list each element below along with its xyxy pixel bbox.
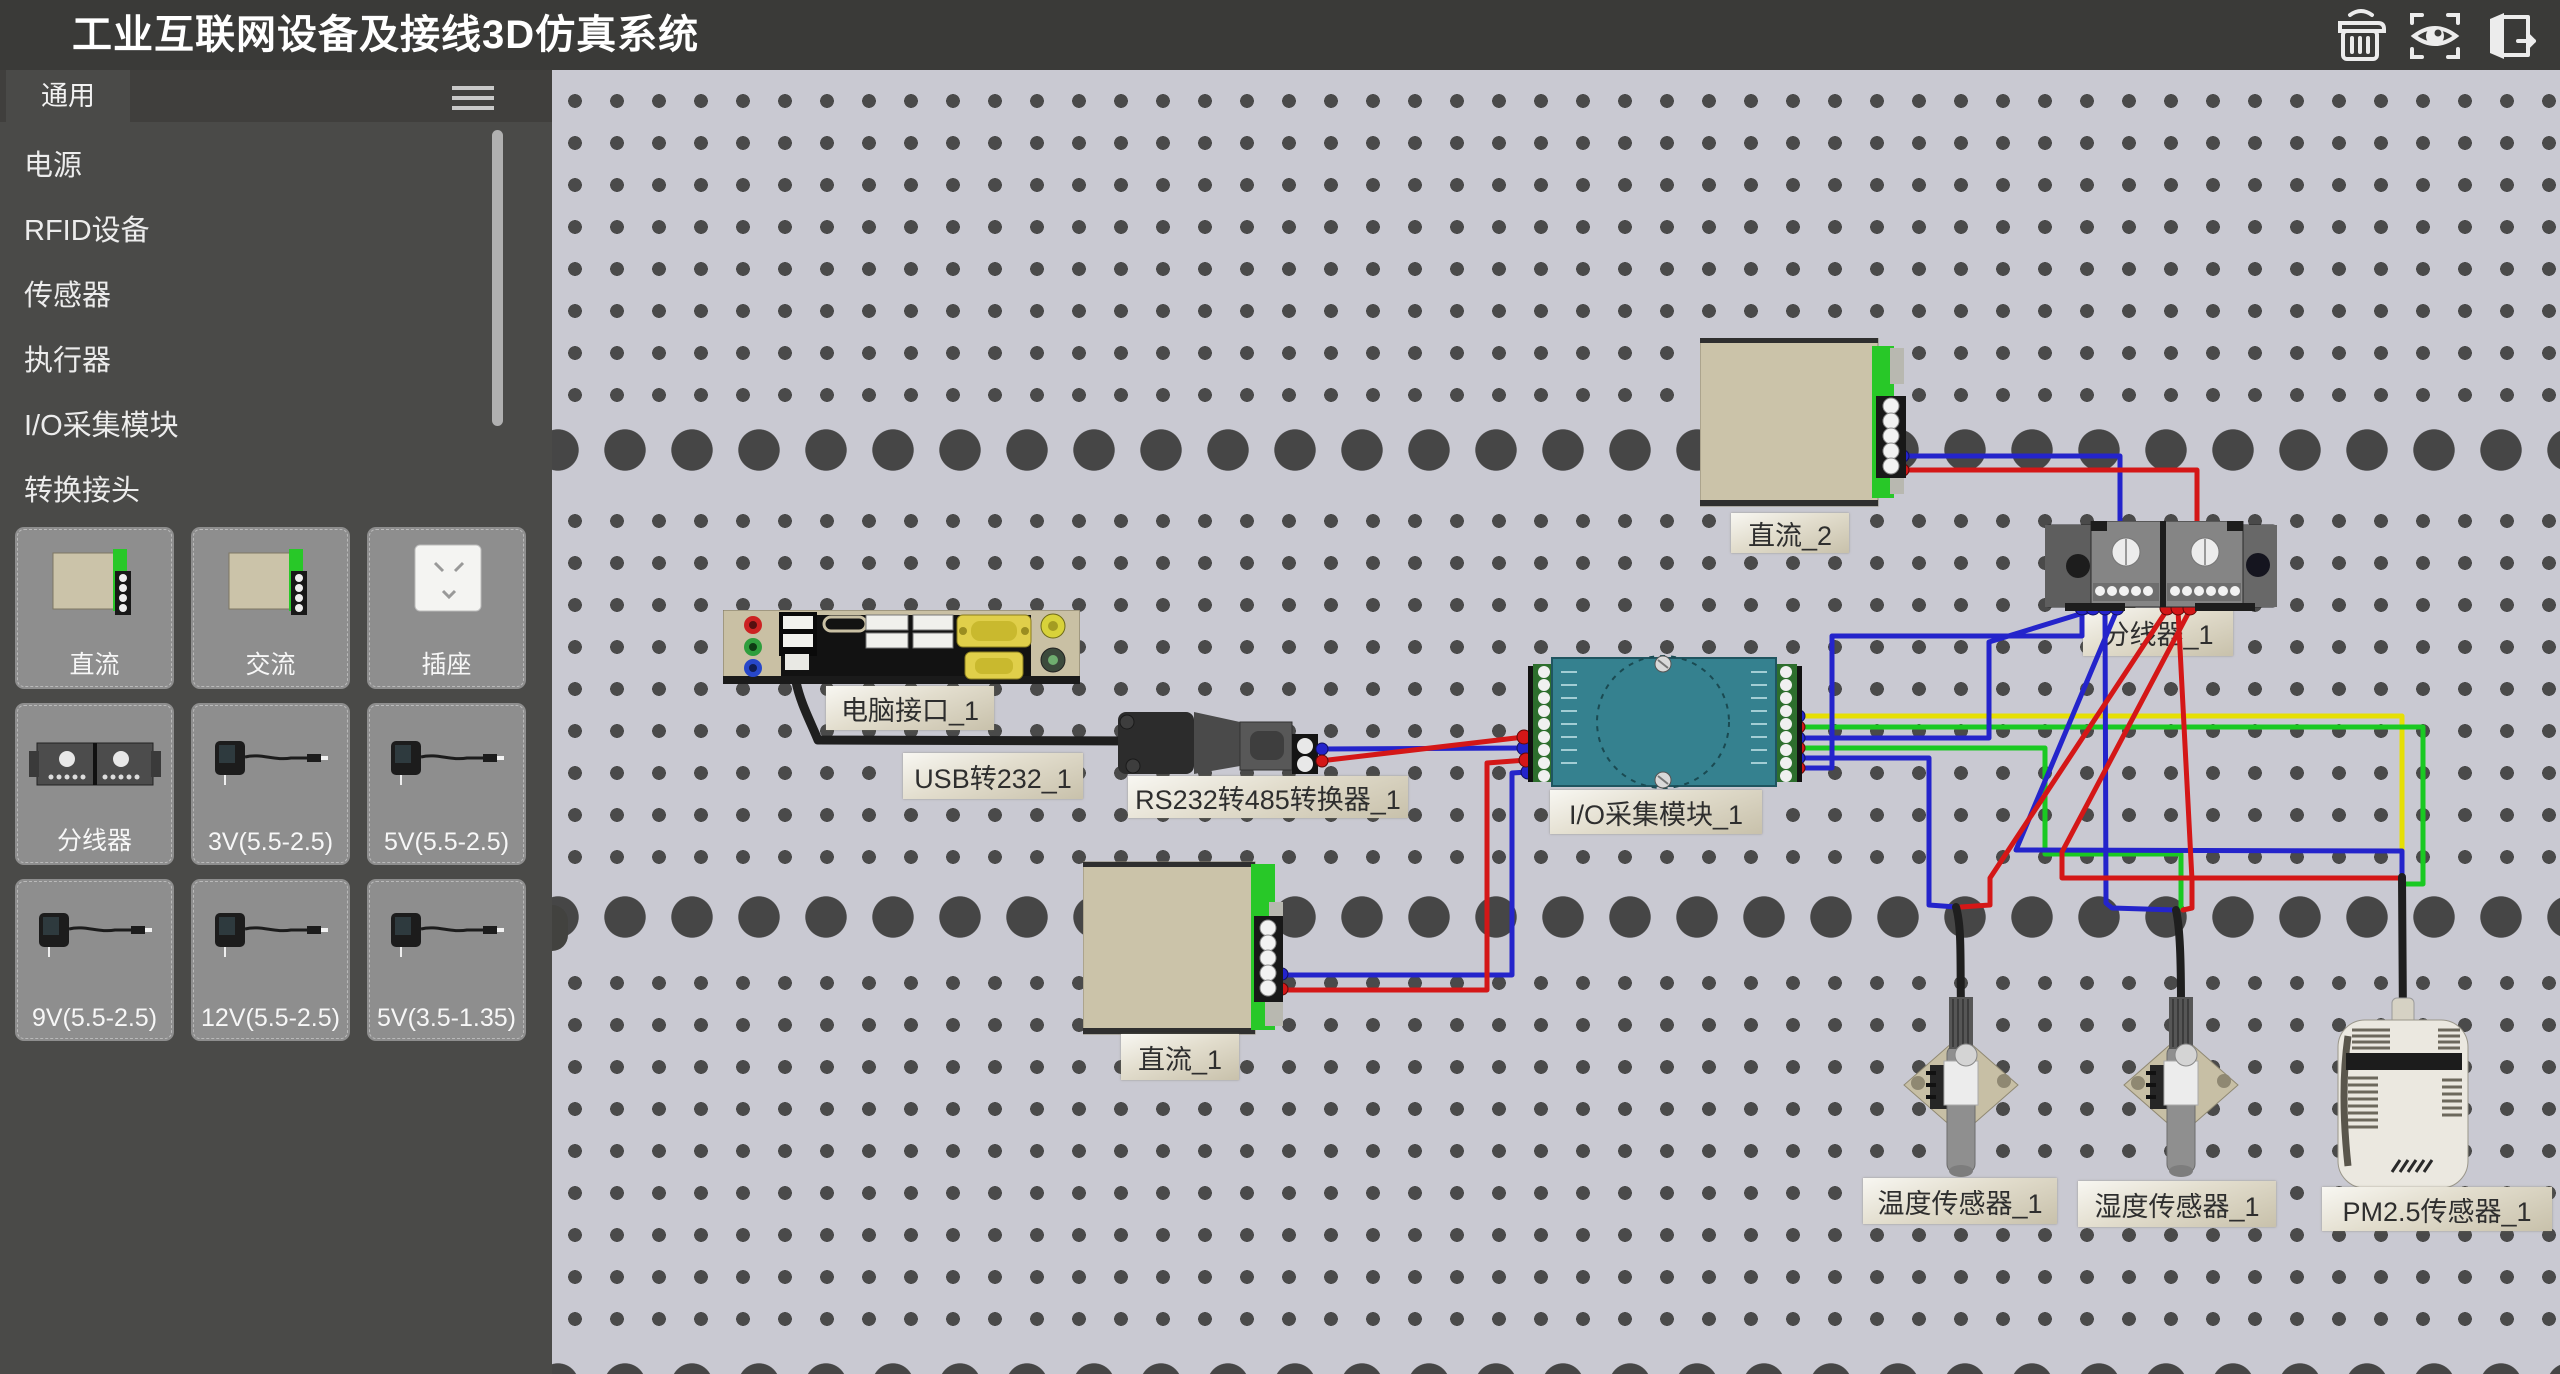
pegboard-dot-band: [552, 1342, 2560, 1374]
app-window: 分线器_1: [0, 0, 2560, 1374]
sidebar-item-sensors[interactable]: 传感器: [24, 264, 484, 328]
app-title: 工业互联网设备及接线3D仿真系统: [72, 0, 699, 70]
tab-general[interactable]: 通用: [6, 70, 130, 122]
device-label: PM2.5传感器_1: [2322, 1187, 2552, 1231]
device-label: 分线器_1: [2083, 608, 2233, 656]
tile-adapter-12v[interactable]: 12V(5.5-2.5): [191, 879, 350, 1041]
device-pc-interface[interactable]: [723, 610, 1080, 684]
device-label: 温度传感器_1: [1863, 1178, 2057, 1224]
device-dc-power-1[interactable]: [1083, 860, 1291, 1036]
sidebar-panel: 通用 电源 RFID设备 传感器 执行器 I/O采集模块 转换接头 直流 交流 …: [0, 70, 552, 1374]
trash-icon[interactable]: [2332, 7, 2390, 65]
sidebar-item-rfid[interactable]: RFID设备: [24, 199, 484, 263]
tile-adapter-3v[interactable]: 3V(5.5-2.5): [191, 703, 350, 865]
device-temperature-sensor[interactable]: [1896, 995, 2026, 1185]
sidebar-item-actuators[interactable]: 执行器: [24, 329, 484, 393]
sidebar-item-adapters[interactable]: 转换接头: [24, 459, 484, 523]
tile-socket[interactable]: 插座: [367, 527, 526, 689]
sidebar-item-power[interactable]: 电源: [24, 134, 484, 198]
device-label: USB转232_1: [903, 753, 1083, 799]
device-label: I/O采集模块_1: [1550, 790, 1762, 834]
tile-splitter[interactable]: 分线器: [15, 703, 174, 865]
device-label: RS232转485转换器_1: [1128, 776, 1408, 818]
device-dc-power-2[interactable]: [1700, 338, 1908, 508]
tile-adapter-5v[interactable]: 5V(5.5-2.5): [367, 703, 526, 865]
device-label: 电脑接口_1: [826, 686, 994, 730]
device-label: 直流_2: [1731, 513, 1849, 553]
tile-dc[interactable]: 直流: [15, 527, 174, 689]
sidebar-tabstrip: 通用: [0, 70, 552, 122]
device-label: 湿度传感器_1: [2078, 1181, 2276, 1227]
hamburger-menu-icon[interactable]: [452, 86, 494, 110]
sidebar-item-io-modules[interactable]: I/O采集模块: [24, 394, 484, 458]
tile-adapter-5v-small[interactable]: 5V(3.5-1.35): [367, 879, 526, 1041]
device-label: 直流_1: [1121, 1034, 1239, 1080]
tile-ac[interactable]: 交流: [191, 527, 350, 689]
title-bar: 工业互联网设备及接线3D仿真系统: [0, 0, 2560, 70]
pegboard-dot-band: [552, 875, 2560, 959]
device-wire-splitter[interactable]: [2045, 521, 2277, 611]
tile-adapter-9v[interactable]: 9V(5.5-2.5): [15, 879, 174, 1041]
device-io-collection-module[interactable]: [1525, 650, 1805, 792]
device-pm25-sensor[interactable]: [2334, 996, 2474, 1192]
view-focus-icon[interactable]: [2406, 7, 2464, 65]
exit-icon[interactable]: [2482, 7, 2540, 65]
device-humidity-sensor[interactable]: [2116, 995, 2246, 1185]
pegboard-dot-band: [552, 408, 2560, 492]
sidebar-scrollbar[interactable]: [492, 130, 503, 426]
